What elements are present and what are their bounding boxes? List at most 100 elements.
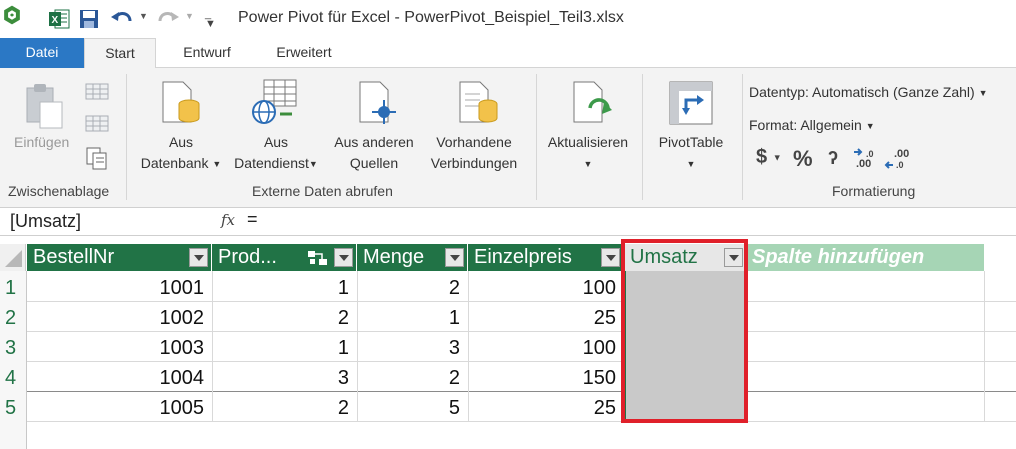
row-number[interactable]: 1	[0, 273, 26, 303]
filter-dropdown-icon[interactable]	[334, 248, 353, 267]
row-number[interactable]: 5	[0, 393, 26, 423]
corner-triangle-icon	[5, 250, 22, 267]
formula-input[interactable]: =	[247, 209, 258, 230]
format-label: Format: Allgemein	[749, 117, 862, 133]
existing-connections-icon	[459, 81, 498, 123]
excel-icon[interactable]: X	[48, 8, 70, 30]
svg-text:.00: .00	[856, 158, 871, 170]
svg-text:.0: .0	[866, 149, 874, 159]
chevron-down-icon: ▼	[686, 158, 696, 169]
svg-text:X: X	[52, 15, 59, 26]
window-title: Power Pivot für Excel - PowerPivot_Beisp…	[238, 9, 624, 26]
pivottable-label: PivotTable	[658, 134, 724, 150]
chevron-down-icon: ▼	[583, 158, 593, 169]
save-icon[interactable]	[78, 8, 100, 30]
cell-menge[interactable]: 5	[357, 393, 468, 423]
svg-text:.00: .00	[894, 148, 909, 160]
cell-einzelpreis[interactable]: 25	[468, 393, 624, 423]
vorhandene-label-2: Verbindungen	[430, 155, 518, 171]
column-header-add[interactable]: Spalte hinzufügen	[746, 244, 984, 271]
cell-bestellnr[interactable]: 1001	[27, 273, 212, 303]
aus-datenbank-label-2: Datenbank	[140, 155, 209, 171]
cell-menge[interactable]: 2	[357, 273, 468, 303]
cell-einzelpreis[interactable]: 100	[468, 273, 624, 303]
tab-entwurf[interactable]: Entwurf	[165, 38, 249, 68]
aus-datendienst-button[interactable]: Aus Datendienst▼	[228, 132, 324, 175]
tab-datei[interactable]: Datei	[0, 38, 84, 68]
cell-bestellnr[interactable]: 1003	[27, 333, 212, 363]
aus-anderen-quellen-button[interactable]: Aus anderen Quellen	[328, 132, 420, 174]
database-icon	[162, 81, 200, 123]
datentyp-dropdown[interactable]: Datentyp: Automatisch (Ganze Zahl) ▼	[749, 82, 987, 104]
decrease-decimal-icon[interactable]: .00 .0	[884, 146, 914, 170]
name-box[interactable]: [Umsatz]	[10, 211, 81, 232]
group-label-externe-daten: Externe Daten abrufen	[252, 183, 393, 199]
currency-format-button[interactable]: $ ▼	[756, 146, 782, 169]
cell-einzelpreis[interactable]: 25	[468, 303, 624, 333]
redo-dropdown-icon[interactable]: ▼	[185, 11, 194, 21]
pivottable-button[interactable]: PivotTable ▼	[648, 132, 734, 175]
currency-icon: $	[756, 146, 768, 168]
cell-prod[interactable]: 2	[212, 393, 357, 423]
add-column-label: Spalte hinzufügen	[752, 246, 925, 268]
cell-einzelpreis[interactable]: 100	[468, 333, 624, 363]
tab-start[interactable]: Start	[84, 38, 156, 69]
increase-decimal-icon[interactable]: .00 .0	[852, 146, 882, 170]
cell-menge[interactable]: 1	[357, 303, 468, 333]
cell-bestellnr[interactable]: 1002	[27, 303, 212, 333]
cell-bestellnr[interactable]: 1004	[27, 363, 212, 393]
group-separator	[126, 74, 127, 200]
chevron-down-icon: ▼	[772, 152, 782, 163]
cell-menge[interactable]: 2	[357, 363, 468, 393]
cell-bestellnr[interactable]: 1005	[27, 393, 212, 423]
filter-dropdown-icon[interactable]	[445, 248, 464, 267]
format-dropdown[interactable]: Format: Allgemein ▼	[749, 115, 875, 137]
vorhandene-verbindungen-button[interactable]: Vorhandene Verbindungen	[422, 132, 526, 174]
copy-table-icon[interactable]	[84, 80, 110, 102]
comma-format-button[interactable]: ʔ	[828, 148, 838, 169]
column-header-menge[interactable]: Menge	[357, 244, 468, 271]
data-grid: BestellNr Prod... Menge Einzelpreis Umsa…	[0, 236, 1016, 449]
cell-prod[interactable]: 1	[212, 273, 357, 303]
column-header-einzelpreis[interactable]: Einzelpreis	[468, 244, 624, 271]
aus-anderen-label-2: Quellen	[349, 155, 399, 171]
aus-datenbank-button[interactable]: Aus Datenbank ▼	[136, 132, 226, 175]
datentyp-label: Datentyp: Automatisch (Ganze Zahl)	[749, 84, 975, 100]
tab-erweitert[interactable]: Erweitert	[258, 38, 350, 68]
other-sources-icon	[359, 81, 396, 124]
cell-menge[interactable]: 3	[357, 333, 468, 363]
undo-icon[interactable]	[110, 8, 134, 30]
row-number[interactable]: 4	[0, 363, 26, 393]
paste-append-icon[interactable]	[84, 112, 110, 134]
svg-text:.0: .0	[896, 160, 904, 170]
cell-einzelpreis[interactable]: 150	[468, 363, 624, 393]
percent-format-button[interactable]: %	[793, 146, 813, 172]
column-header-label: Prod...	[218, 246, 277, 268]
formula-bar: [Umsatz] fx =	[0, 208, 1016, 236]
title-bar: X ▼ ▼ _ ▼ Power Pivot für Excel - PowerPi…	[0, 0, 1016, 38]
row-number[interactable]: 2	[0, 303, 26, 333]
chevron-down-icon: ▼	[978, 87, 988, 98]
cell-prod[interactable]: 2	[212, 303, 357, 333]
chevron-down-icon: ▼	[865, 120, 875, 131]
column-header-prod[interactable]: Prod...	[212, 244, 357, 271]
row-number[interactable]: 3	[0, 333, 26, 363]
aktualisieren-button[interactable]: Aktualisieren ▼	[542, 132, 634, 175]
filter-dropdown-icon[interactable]	[601, 248, 620, 267]
cell-prod[interactable]: 3	[212, 363, 357, 393]
cell-prod[interactable]: 1	[212, 333, 357, 363]
copy-icon[interactable]	[84, 146, 110, 170]
column-header-bestellnr[interactable]: BestellNr	[27, 244, 212, 271]
highlight-box	[621, 239, 748, 423]
paste-button[interactable]: Einfügen	[14, 132, 69, 153]
fx-icon[interactable]: fx	[221, 211, 235, 229]
customize-toolbar-icon[interactable]: _ ▼	[205, 9, 216, 30]
column-header-label: Einzelpreis	[474, 246, 572, 268]
select-all-corner[interactable]	[0, 244, 26, 271]
pivottable-icon	[669, 81, 713, 125]
aus-datendienst-label-2: Datendienst	[234, 155, 309, 171]
filter-dropdown-icon[interactable]	[189, 248, 208, 267]
redo-icon[interactable]	[156, 8, 180, 30]
column-divider	[984, 271, 985, 421]
undo-dropdown-icon[interactable]: ▼	[139, 11, 148, 21]
